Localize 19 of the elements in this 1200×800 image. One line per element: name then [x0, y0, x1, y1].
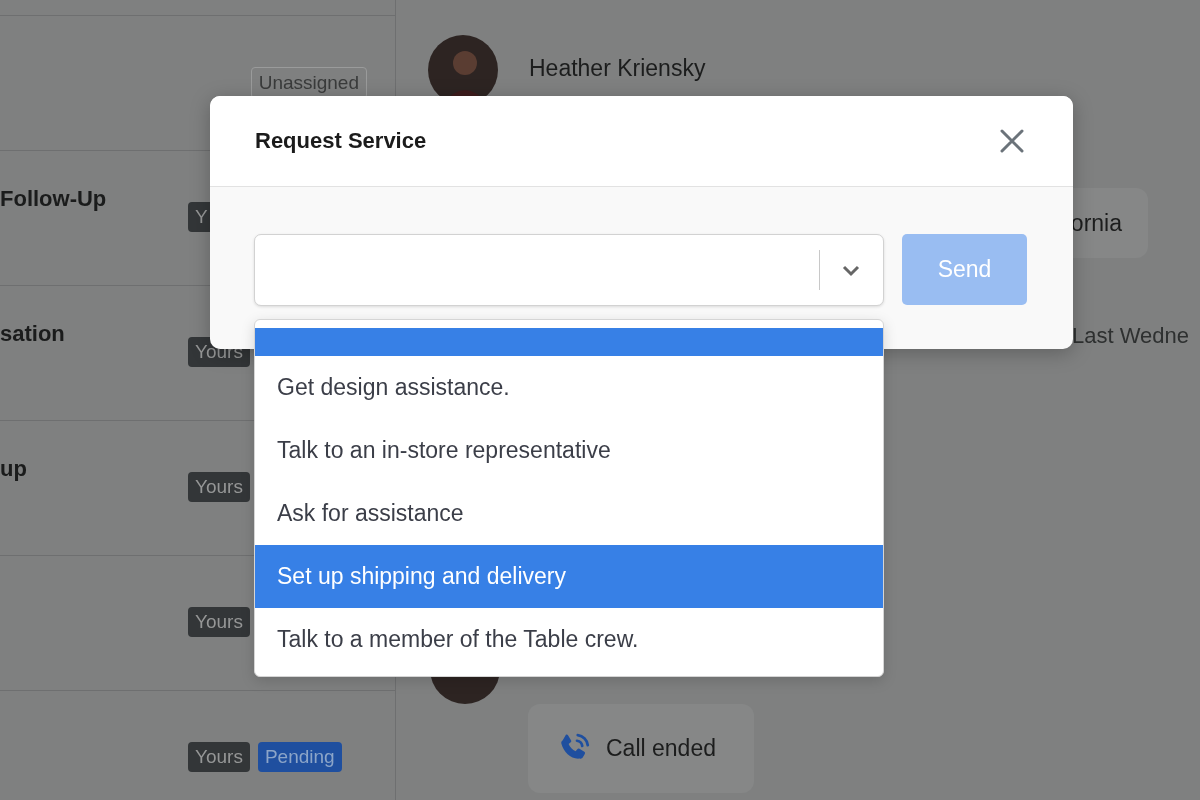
conversation-title: sation — [0, 321, 65, 347]
assignment-badge: Yours — [188, 607, 250, 637]
conversation-title: Follow-Up — [0, 186, 107, 212]
contact-name: Heather Kriensky — [529, 55, 706, 82]
menu-option[interactable]: Ask for assistance — [255, 482, 883, 545]
highlighted-option[interactable] — [255, 328, 883, 356]
menu-option[interactable]: Get design assistance. — [255, 356, 883, 419]
conversation-title: up — [0, 456, 27, 482]
status-badge: Pending — [257, 742, 342, 772]
assignment-badge: Yours — [188, 742, 250, 772]
menu-option[interactable]: Talk to an in-store representative — [255, 419, 883, 482]
assignment-badge: Yours — [188, 472, 250, 502]
dialog-title: Request Service — [255, 128, 427, 154]
menu-option[interactable]: Talk to a member of the Table crew. — [255, 608, 883, 671]
message-text: ornia — [1070, 209, 1122, 237]
message-timestamp: Last Wedne — [1072, 323, 1190, 349]
menu-option[interactable]: Set up shipping and delivery — [255, 545, 883, 608]
call-status: Call ended — [606, 735, 716, 762]
service-select[interactable] — [254, 234, 884, 306]
